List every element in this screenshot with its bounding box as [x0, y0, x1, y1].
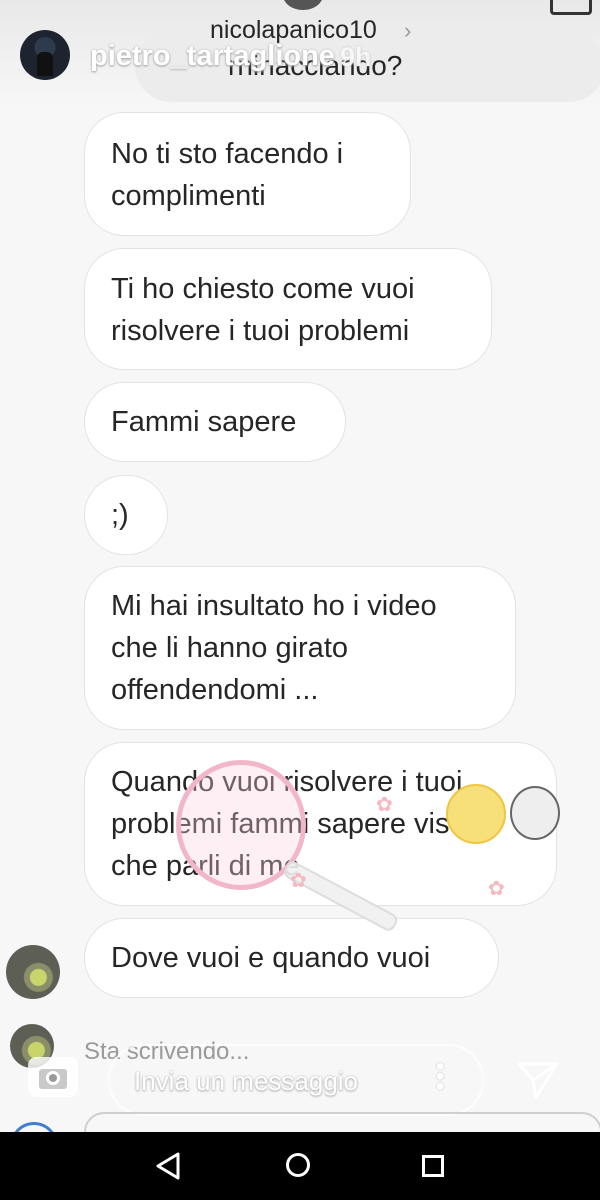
watermark-paw-icon: ✿ [290, 870, 307, 892]
message-bubble[interactable]: Ti ho chiesto come vuoi risolvere i tuoi… [84, 248, 492, 370]
watermark-paw-icon: ✿ [488, 878, 505, 900]
watermark-face-icon [446, 784, 506, 844]
home-icon[interactable] [286, 1153, 310, 1177]
camera-lens-icon [46, 1071, 60, 1085]
story-poster-name[interactable]: pietro_tartaglione [90, 40, 335, 73]
more-icon[interactable]: • • • [436, 1055, 444, 1099]
sender-avatar[interactable] [6, 945, 60, 999]
message-bubble[interactable]: Mi hai insultato ho i video che li hanno… [84, 566, 516, 730]
story-poster-avatar[interactable] [20, 30, 70, 80]
inbox-icon[interactable] [550, 0, 592, 15]
message-bubble[interactable]: Dove vuoi e quando vuoi [84, 918, 499, 998]
message-bubble[interactable]: Fammi sapere [84, 382, 346, 462]
watermark-face-icon [510, 786, 560, 840]
message-bubble[interactable]: No ti sto facendo i complimenti [84, 112, 411, 236]
send-icon[interactable] [516, 1060, 560, 1100]
back-icon[interactable] [154, 1151, 182, 1181]
recents-icon[interactable] [422, 1155, 444, 1177]
message-input-placeholder[interactable]: Invia un messaggio [134, 1066, 358, 1097]
watermark-paw-icon: ✿ [376, 794, 393, 816]
story-time-ago: 9h [340, 42, 372, 72]
chevron-right-icon[interactable]: › [404, 18, 411, 44]
message-bubble[interactable]: ;) [84, 475, 168, 555]
